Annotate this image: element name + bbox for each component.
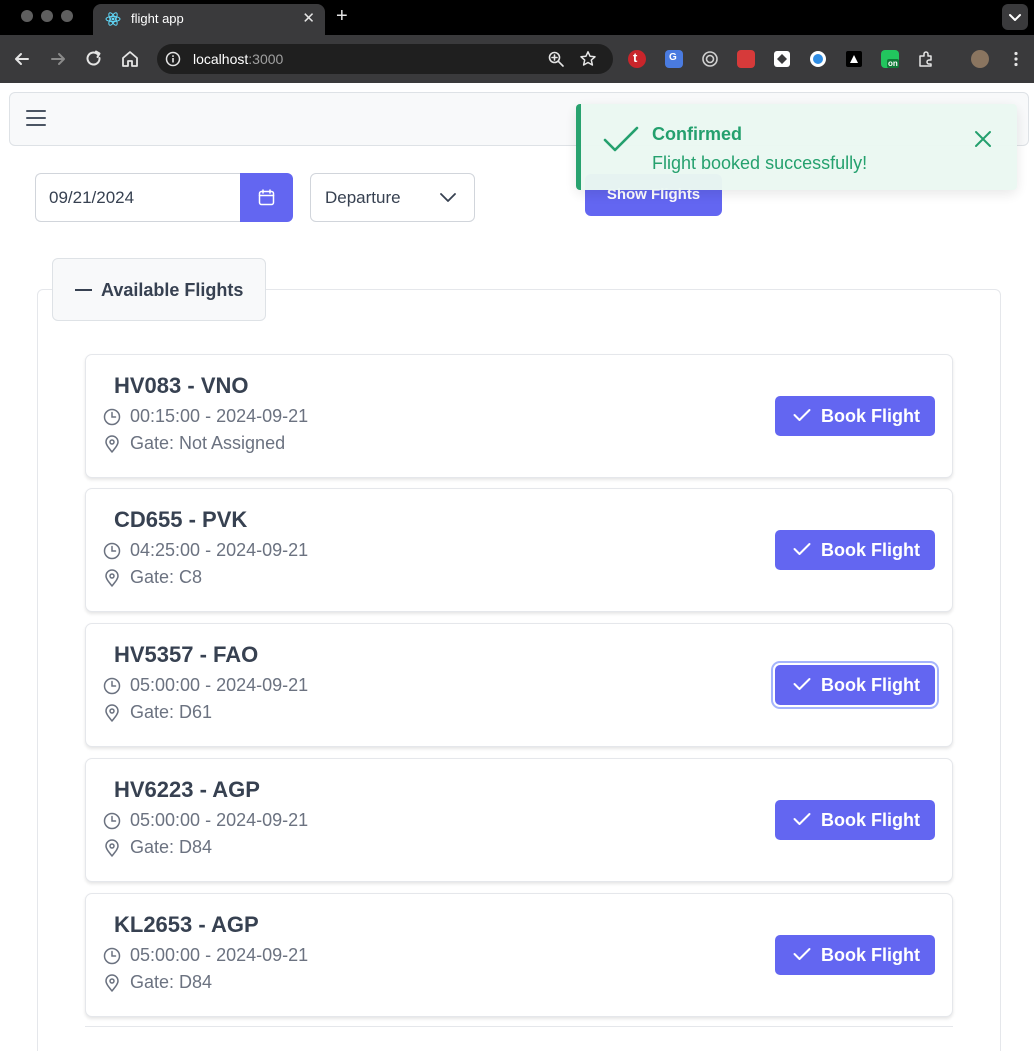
check-icon [793, 409, 811, 421]
white-extension-icon[interactable] [773, 50, 791, 68]
clock-icon [103, 542, 121, 560]
map-marker-icon [105, 569, 119, 587]
minus-icon [75, 289, 92, 291]
flight-card: HV5357 - FAO 05:00:00 - 2024-09-21 Gate:… [85, 623, 953, 747]
calendar-button[interactable] [240, 173, 293, 222]
bookmark-star-icon[interactable] [579, 50, 597, 68]
flight-card: KL2653 - AGP 05:00:00 - 2024-09-21 Gate:… [85, 893, 953, 1017]
map-marker-icon [105, 704, 119, 722]
clock-icon [103, 812, 121, 830]
clock-icon [103, 947, 121, 965]
flight-time-text: 05:00:00 - 2024-09-21 [130, 675, 309, 695]
flight-gate-text: Gate: D84 [130, 972, 213, 992]
flight-title: HV6223 - AGP [114, 777, 260, 802]
reload-icon[interactable] [84, 49, 104, 69]
book-flight-button[interactable]: Book Flight [775, 665, 935, 705]
flight-time-text: 00:15:00 - 2024-09-21 [130, 406, 309, 426]
check-icon [793, 813, 811, 825]
book-flight-button[interactable]: Book Flight [775, 530, 935, 570]
tab-search-button[interactable] [1002, 4, 1028, 30]
target-icon[interactable] [701, 50, 719, 68]
flight-gate-text: Gate: Not Assigned [130, 433, 286, 453]
url-text[interactable]: localhost:3000 [193, 51, 283, 67]
flight-title: KL2653 - AGP [114, 912, 259, 937]
site-info-icon[interactable] [165, 51, 181, 67]
browser-tabstrip: flight app ✕ + [0, 0, 1034, 35]
profile-avatar-icon[interactable] [971, 50, 989, 68]
tab-close-icon[interactable]: ✕ [302, 9, 315, 27]
book-flight-button[interactable]: Book Flight [775, 935, 935, 975]
direction-select[interactable]: Departure [310, 173, 475, 222]
flight-gate-text: Gate: C8 [130, 567, 203, 587]
flight-card: CD655 - PVK 04:25:00 - 2024-09-21 Gate: … [85, 488, 953, 612]
book-flight-button[interactable]: Book Flight [775, 800, 935, 840]
home-icon[interactable] [120, 49, 140, 69]
clock-icon [103, 408, 121, 426]
direction-select-value: Departure [325, 188, 401, 207]
address-bar[interactable]: localhost:3000 [157, 44, 613, 74]
check-icon [793, 948, 811, 960]
zoom-icon[interactable] [547, 50, 565, 68]
check-icon [793, 678, 811, 690]
hamburger-icon[interactable] [26, 110, 46, 126]
extension-t-icon[interactable]: t [628, 50, 646, 68]
browser-tab[interactable]: flight app ✕ [93, 4, 325, 35]
chevron-down-icon [1009, 14, 1021, 21]
book-flight-label: Book Flight [821, 945, 920, 965]
flight-title: HV5357 - FAO [114, 642, 259, 667]
flight-title: HV083 - VNO [114, 373, 249, 398]
flight-time-text: 05:00:00 - 2024-09-21 [130, 945, 309, 965]
close-icon[interactable] [974, 130, 992, 148]
divider [85, 1026, 953, 1027]
calendar-icon [258, 189, 275, 206]
back-icon[interactable] [12, 49, 32, 69]
react-favicon-icon [105, 12, 121, 26]
forward-icon[interactable] [48, 49, 68, 69]
flight-title: CD655 - PVK [114, 507, 248, 532]
book-flight-label: Book Flight [821, 406, 920, 426]
chevron-down-icon [440, 193, 456, 202]
flight-card: HV083 - VNO 00:15:00 - 2024-09-21 Gate: … [85, 354, 953, 478]
clock-icon [103, 677, 121, 695]
book-flight-label: Book Flight [821, 810, 920, 830]
book-flight-label: Book Flight [821, 675, 920, 695]
book-flight-label: Book Flight [821, 540, 920, 560]
toast-summary: Confirmed [652, 124, 742, 144]
flights-legend-label: Available Flights [101, 280, 244, 300]
window-minimize-dot[interactable] [41, 10, 53, 22]
date-input[interactable] [35, 173, 241, 222]
date-picker [35, 173, 293, 222]
red-extension-icon[interactable] [737, 50, 755, 68]
tab-title: flight app [131, 11, 184, 26]
check-icon [603, 126, 639, 152]
flights-legend-toggle[interactable]: Available Flights [52, 258, 266, 321]
black-extension-icon[interactable] [845, 50, 863, 68]
flight-time-text: 04:25:00 - 2024-09-21 [130, 540, 309, 560]
green-on-extension-icon[interactable]: on [881, 50, 899, 68]
map-marker-icon [105, 974, 119, 992]
window-close-dot[interactable] [21, 10, 33, 22]
puzzle-icon[interactable] [917, 50, 935, 68]
flight-gate-text: Gate: D61 [130, 702, 213, 722]
flight-time-text: 05:00:00 - 2024-09-21 [130, 810, 309, 830]
menu-dots-icon[interactable] [1007, 50, 1025, 68]
blue-extension-icon[interactable] [809, 50, 827, 68]
book-flight-button[interactable]: Book Flight [775, 396, 935, 436]
map-marker-icon [105, 839, 119, 857]
new-tab-icon[interactable]: + [336, 5, 348, 28]
toast-detail: Flight booked successfully! [652, 153, 868, 173]
flight-card: HV6223 - AGP 05:00:00 - 2024-09-21 Gate:… [85, 758, 953, 882]
window-zoom-dot[interactable] [61, 10, 73, 22]
success-toast: Confirmed Flight booked successfully! [576, 104, 1017, 190]
map-marker-icon [105, 435, 119, 453]
check-icon [793, 543, 811, 555]
flight-gate-text: Gate: D84 [130, 837, 213, 857]
google-translate-icon[interactable]: G [665, 50, 683, 68]
